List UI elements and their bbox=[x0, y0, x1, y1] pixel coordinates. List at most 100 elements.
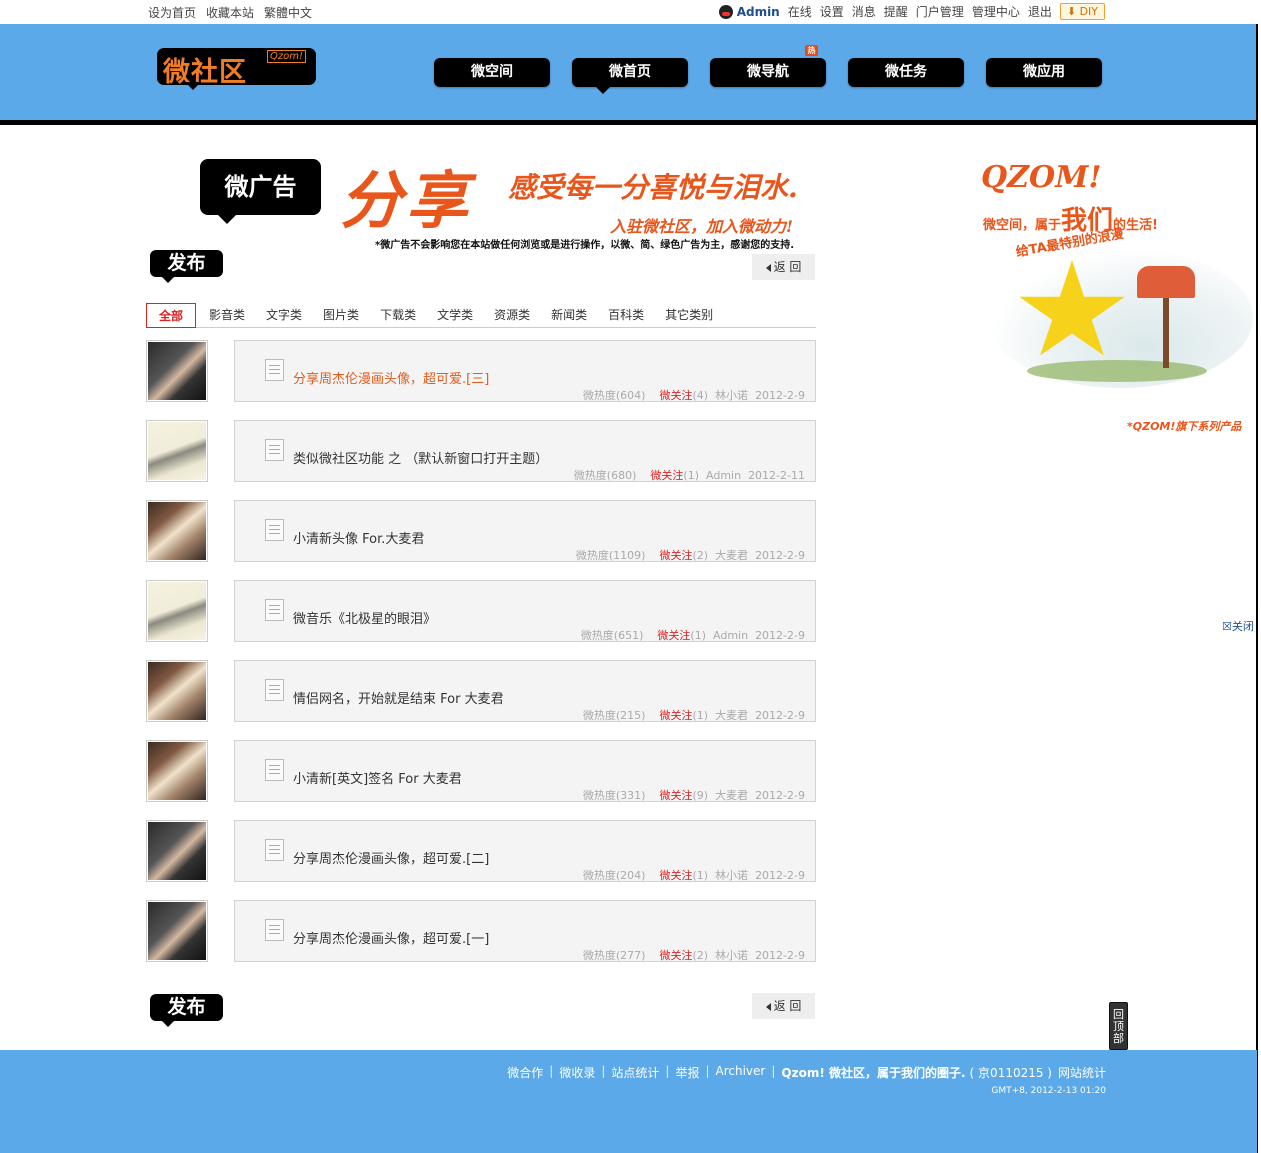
logout-link[interactable]: 退出 bbox=[1028, 3, 1052, 20]
post-heat: 微热度(277) bbox=[582, 949, 646, 962]
back-to-top-button[interactable]: 回顶部 bbox=[1109, 1002, 1128, 1050]
post-follow[interactable]: 微关注(4) bbox=[652, 389, 708, 402]
tab-other[interactable]: 其它类别 bbox=[657, 303, 721, 328]
post-title[interactable]: 分享周杰伦漫画头像，超可爱.[三] bbox=[293, 368, 489, 387]
user-link[interactable]: Admin bbox=[718, 4, 780, 19]
avatar[interactable] bbox=[146, 340, 208, 402]
footer-link-cooperation[interactable]: 微合作 bbox=[507, 1064, 543, 1081]
tab-text[interactable]: 文字类 bbox=[258, 303, 310, 328]
avatar[interactable] bbox=[146, 740, 208, 802]
avatar[interactable] bbox=[146, 420, 208, 482]
post-author[interactable]: 大麦君 bbox=[715, 789, 748, 802]
avatar[interactable] bbox=[146, 660, 208, 722]
tab-image[interactable]: 图片类 bbox=[315, 303, 367, 328]
back-arrow-icon bbox=[765, 263, 771, 272]
nav-weishouye[interactable]: 微首页 bbox=[572, 58, 688, 94]
publish-button-top[interactable]: 发布 bbox=[150, 250, 223, 283]
return-button-top[interactable]: 返 回 bbox=[752, 254, 815, 280]
ad-slogan-secondary[interactable]: 入驻微社区，加入微动力! bbox=[610, 213, 793, 237]
portal-admin-link[interactable]: 门户管理 bbox=[916, 3, 964, 20]
reminders-link[interactable]: 提醒 bbox=[884, 3, 908, 20]
top-left-links: 设为首页 收藏本站 繁體中文 bbox=[148, 4, 312, 21]
tab-all[interactable]: 全部 bbox=[146, 303, 197, 328]
post-title[interactable]: 分享周杰伦漫画头像，超可爱.[二] bbox=[293, 848, 489, 867]
avatar[interactable] bbox=[146, 820, 208, 882]
post-card[interactable]: 类似微社区功能 之 （默认新窗口打开主题） 微热度(680) 微关注(1) Admin… bbox=[234, 420, 816, 482]
post-title[interactable]: 情侣网名，开始就是结束 For 大麦君 bbox=[293, 688, 504, 707]
post-card[interactable]: 分享周杰伦漫画头像，超可爱.[一] 微热度(277) 微关注(2) 林小诺 2012-2… bbox=[234, 900, 816, 962]
post-author[interactable]: Admin bbox=[713, 629, 748, 642]
diy-button[interactable]: ⬇ DIY bbox=[1059, 3, 1105, 20]
messages-link[interactable]: 消息 bbox=[852, 3, 876, 20]
post-follow[interactable]: 微关注(1) bbox=[650, 629, 706, 642]
close-ad-button[interactable]: ☒关闭 bbox=[1222, 618, 1254, 634]
post-card[interactable]: 分享周杰伦漫画头像，超可爱.[三] 微热度(604) 微关注(4) 林小诺 2012-2… bbox=[234, 340, 816, 402]
follow-label: 微关注 bbox=[659, 949, 693, 962]
tab-media[interactable]: 影音类 bbox=[201, 303, 253, 328]
post-card[interactable]: 小清新[英文]签名 For 大麦君 微热度(331) 微关注(9) 大麦君 2012-2… bbox=[234, 740, 816, 802]
post-card[interactable]: 微音乐《北极星的眼泪》 微热度(651) 微关注(1) Admin 2012-2-9 bbox=[234, 580, 816, 642]
follow-count: (9) bbox=[692, 789, 709, 802]
post-title[interactable]: 小清新[英文]签名 For 大麦君 bbox=[293, 768, 462, 787]
sidebar-ad[interactable]: QZOM! 微空间，属于我们的生活! 给TA最特别的浪漫 *QZOM!旗下系列产… bbox=[975, 160, 1257, 433]
post-heat: 微热度(204) bbox=[582, 869, 646, 882]
online-link[interactable]: 在线 bbox=[788, 3, 812, 20]
post-author[interactable]: 大麦君 bbox=[715, 709, 748, 722]
bookmark-link[interactable]: 收藏本站 bbox=[206, 4, 254, 21]
post-card[interactable]: 情侣网名，开始就是结束 For 大麦君 微热度(215) 微关注(1) 大麦君 2012… bbox=[234, 660, 816, 722]
follow-count: (2) bbox=[692, 549, 709, 562]
tab-encyclopedia[interactable]: 百科类 bbox=[600, 303, 652, 328]
document-icon bbox=[265, 759, 284, 781]
site-logo[interactable]: 微社区 Qzom! bbox=[157, 48, 316, 90]
sidebar-ad-footnote: *QZOM!旗下系列产品 bbox=[1127, 420, 1242, 433]
post-author[interactable]: 林小诺 bbox=[715, 389, 748, 402]
post-author[interactable]: 林小诺 bbox=[715, 949, 748, 962]
footer-link-archiver[interactable]: Archiver bbox=[716, 1064, 766, 1081]
post-title[interactable]: 分享周杰伦漫画头像，超可爱.[一] bbox=[293, 928, 489, 947]
ad-headline[interactable]: 分享 bbox=[340, 150, 472, 240]
post-card[interactable]: 小清新头像 For.大麦君 微热度(1109) 微关注(2) 大麦君 2012-2-9 bbox=[234, 500, 816, 562]
nav-weiyingyong[interactable]: 微应用 bbox=[986, 58, 1102, 87]
tab-resource[interactable]: 资源类 bbox=[486, 303, 538, 328]
set-homepage-link[interactable]: 设为首页 bbox=[148, 4, 196, 21]
footer-icp[interactable]: ( 京0110215 ) bbox=[970, 1064, 1052, 1081]
tab-download[interactable]: 下载类 bbox=[372, 303, 424, 328]
avatar[interactable] bbox=[146, 900, 208, 962]
post-date: 2012-2-9 bbox=[755, 709, 805, 722]
footer-link-stats[interactable]: 站点统计 bbox=[611, 1064, 659, 1081]
return-button-bottom[interactable]: 返 回 bbox=[752, 993, 815, 1019]
nav-weidaohang[interactable]: 微导航 热 bbox=[710, 45, 826, 87]
avatar[interactable] bbox=[146, 500, 208, 562]
ad-slogan[interactable]: 感受每一分喜悦与泪水. bbox=[508, 166, 798, 206]
post-author[interactable]: Admin bbox=[706, 469, 741, 482]
post-title[interactable]: 类似微社区功能 之 （默认新窗口打开主题） bbox=[293, 448, 548, 467]
nav-weikongjian[interactable]: 微空间 bbox=[434, 58, 550, 87]
post-follow[interactable]: 微关注(2) bbox=[652, 549, 708, 562]
footer-link-report[interactable]: 举报 bbox=[675, 1064, 699, 1081]
document-icon bbox=[265, 919, 284, 941]
footer-site-stats[interactable]: 网站统计 bbox=[1058, 1064, 1106, 1081]
admin-center-link[interactable]: 管理中心 bbox=[972, 3, 1020, 20]
traditional-chinese-link[interactable]: 繁體中文 bbox=[264, 4, 312, 21]
nav-label: 微应用 bbox=[1023, 64, 1065, 80]
footer-link-collection[interactable]: 微收录 bbox=[559, 1064, 595, 1081]
publish-button-bottom[interactable]: 发布 bbox=[150, 994, 223, 1027]
post-follow[interactable]: 微关注(1) bbox=[652, 869, 708, 882]
post-card[interactable]: 分享周杰伦漫画头像，超可爱.[二] 微热度(204) 微关注(1) 林小诺 2012-2… bbox=[234, 820, 816, 882]
post-title[interactable]: 小清新头像 For.大麦君 bbox=[293, 528, 424, 547]
footer-brand[interactable]: Qzom! 微社区，属于我们的圈子. bbox=[781, 1064, 965, 1081]
footer-links: 微合作 | 微收录 | 站点统计 | 举报 | Archiver | Qzom! 微社区，… bbox=[507, 1064, 1106, 1081]
nav-weirenwu[interactable]: 微任务 bbox=[848, 58, 964, 87]
post-follow[interactable]: 微关注(2) bbox=[652, 949, 708, 962]
nav-label: 微空间 bbox=[471, 64, 513, 80]
post-follow[interactable]: 微关注(9) bbox=[652, 789, 708, 802]
tab-news[interactable]: 新闻类 bbox=[543, 303, 595, 328]
settings-link[interactable]: 设置 bbox=[820, 3, 844, 20]
post-follow[interactable]: 微关注(1) bbox=[652, 709, 708, 722]
tab-literature[interactable]: 文学类 bbox=[429, 303, 481, 328]
post-title[interactable]: 微音乐《北极星的眼泪》 bbox=[293, 608, 436, 627]
avatar[interactable] bbox=[146, 580, 208, 642]
post-author[interactable]: 大麦君 bbox=[715, 549, 748, 562]
post-follow[interactable]: 微关注(1) bbox=[643, 469, 699, 482]
post-author[interactable]: 林小诺 bbox=[715, 869, 748, 882]
